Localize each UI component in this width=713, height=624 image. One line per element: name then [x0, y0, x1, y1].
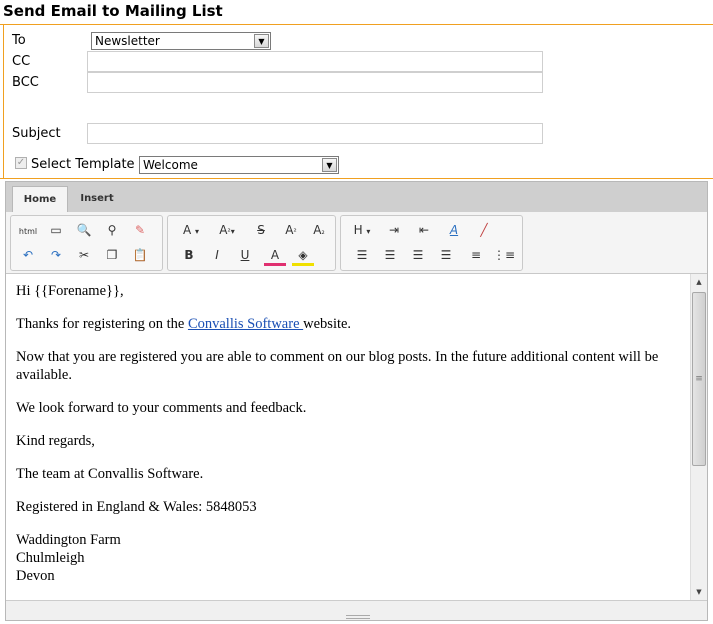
heading-dropdown[interactable]: H ▾	[347, 219, 377, 241]
convallis-link[interactable]: Convallis Software	[188, 316, 303, 332]
page-title: Send Email to Mailing List	[3, 2, 223, 20]
indent-icon[interactable]: ⇥	[383, 219, 405, 241]
align-center-icon[interactable]: ☰	[379, 244, 401, 266]
subscript-button[interactable]: A₂	[308, 219, 330, 241]
tab-home[interactable]: Home	[12, 186, 68, 212]
chevron-down-icon[interactable]: ▼	[322, 158, 337, 172]
editor-content[interactable]: Hi {{Forename}}, Thanks for registering …	[6, 274, 690, 600]
html-mode-label: html	[18, 227, 38, 236]
body-line1-after: website.	[303, 316, 352, 332]
font-name-dropdown[interactable]: A ▾	[176, 219, 206, 241]
unordered-list-icon[interactable]: ⋮≡	[493, 244, 515, 266]
form-divider	[0, 178, 713, 179]
subject-label: Subject	[12, 126, 61, 141]
ordered-list-icon[interactable]: ≡	[465, 244, 487, 266]
body-paragraph-6: Registered in England & Wales: 5848053	[16, 499, 257, 515]
underline-button[interactable]: U	[234, 244, 256, 266]
editor-ribbon: html ▭ 🔍 ⚲ ✎ ↶ ↷ ✂ ❐ 📋 A ▾ A²▾ S A² A₂ B…	[6, 212, 707, 274]
rich-text-editor: Home Insert html ▭ 🔍 ⚲ ✎ ↶ ↷ ✂ ❐ 📋 A ▾ A…	[5, 181, 708, 621]
editor-resize-bar[interactable]	[6, 600, 707, 620]
subject-input[interactable]	[87, 123, 543, 144]
bold-button[interactable]: B	[178, 244, 200, 266]
subscript-label: A	[313, 223, 322, 237]
editor-scrollbar[interactable]: ▲ ≡ ▼	[690, 274, 707, 600]
align-left-icon[interactable]: ☰	[351, 244, 373, 266]
html-mode-button[interactable]: html	[17, 219, 39, 241]
font-name-label: A	[182, 223, 192, 237]
body-paragraph-3: We look forward to your comments and fee…	[16, 400, 307, 416]
body-greeting: Hi {{Forename}},	[16, 283, 124, 299]
scroll-up-icon[interactable]: ▲	[691, 274, 707, 290]
superscript-label: A	[285, 223, 294, 237]
bcc-input[interactable]	[87, 72, 543, 93]
chevron-down-icon[interactable]: ▼	[254, 34, 269, 48]
redo-icon[interactable]: ↷	[45, 244, 67, 266]
to-select[interactable]: Newsletter ▼	[91, 32, 271, 50]
strikethrough-button[interactable]: S	[250, 219, 272, 241]
paste-icon[interactable]: 📋	[129, 244, 151, 266]
toolbar-group-clipboard: html ▭ 🔍 ⚲ ✎ ↶ ↷ ✂ ❐ 📋	[10, 215, 163, 271]
preview-icon[interactable]: 🔍	[73, 219, 95, 241]
heading-label: H	[353, 223, 363, 237]
align-justify-icon[interactable]: ☰	[435, 244, 457, 266]
resize-grip-icon[interactable]	[346, 615, 370, 619]
format-painter-icon[interactable]: ╱	[473, 219, 495, 241]
cut-icon[interactable]: ✂	[73, 244, 95, 266]
header-divider	[0, 24, 713, 25]
editor-tab-bar: Home Insert	[6, 182, 707, 212]
body-line1-before: Thanks for registering on the	[16, 316, 188, 332]
undo-icon[interactable]: ↶	[17, 244, 39, 266]
design-mode-icon[interactable]: ▭	[45, 219, 67, 241]
toolbar-group-paragraph: H ▾ ⇥ ⇤ A ╱ ☰ ☰ ☰ ☰ ≡ ⋮≡	[340, 215, 523, 271]
toolbar-group-font: A ▾ A²▾ S A² A₂ B I U A ◈	[167, 215, 336, 271]
align-right-icon[interactable]: ☰	[407, 244, 429, 266]
body-paragraph-5: The team at Convallis Software.	[16, 466, 204, 482]
body-address-1: Waddington Farm	[16, 532, 121, 548]
highlight-color-icon[interactable]: ◈	[292, 244, 314, 266]
body-paragraph-1: Thanks for registering on the Convallis …	[16, 315, 680, 333]
tab-insert[interactable]: Insert	[70, 186, 124, 212]
select-template-checkbox[interactable]: ✓	[15, 157, 27, 169]
font-color-button[interactable]: A	[264, 244, 286, 266]
body-address-3: Devon	[16, 568, 55, 584]
cc-label: CC	[12, 54, 31, 69]
body-paragraph-2: Now that you are registered you are able…	[16, 349, 659, 383]
scroll-down-icon[interactable]: ▼	[691, 584, 707, 600]
copy-icon[interactable]: ❐	[101, 244, 123, 266]
to-label: To	[12, 33, 26, 48]
superscript-button[interactable]: A²	[280, 219, 302, 241]
italic-button[interactable]: I	[206, 244, 228, 266]
select-template-label: Select Template	[31, 157, 135, 172]
scrollbar-thumb[interactable]: ≡	[692, 292, 706, 466]
form-left-border	[3, 24, 4, 179]
format-style-icon[interactable]: A	[443, 219, 465, 241]
font-size-dropdown[interactable]: A²▾	[212, 219, 242, 241]
outdent-icon[interactable]: ⇤	[413, 219, 435, 241]
to-select-value: Newsletter	[95, 34, 160, 48]
body-address-2: Chulmleigh	[16, 550, 85, 566]
cc-input[interactable]	[87, 51, 543, 72]
eraser-icon[interactable]: ✎	[129, 219, 151, 241]
template-select-value: Welcome	[143, 158, 198, 172]
body-paragraph-4: Kind regards,	[16, 433, 95, 449]
template-select[interactable]: Welcome ▼	[139, 156, 339, 174]
find-replace-icon[interactable]: ⚲	[101, 219, 123, 241]
bcc-label: BCC	[12, 75, 39, 90]
